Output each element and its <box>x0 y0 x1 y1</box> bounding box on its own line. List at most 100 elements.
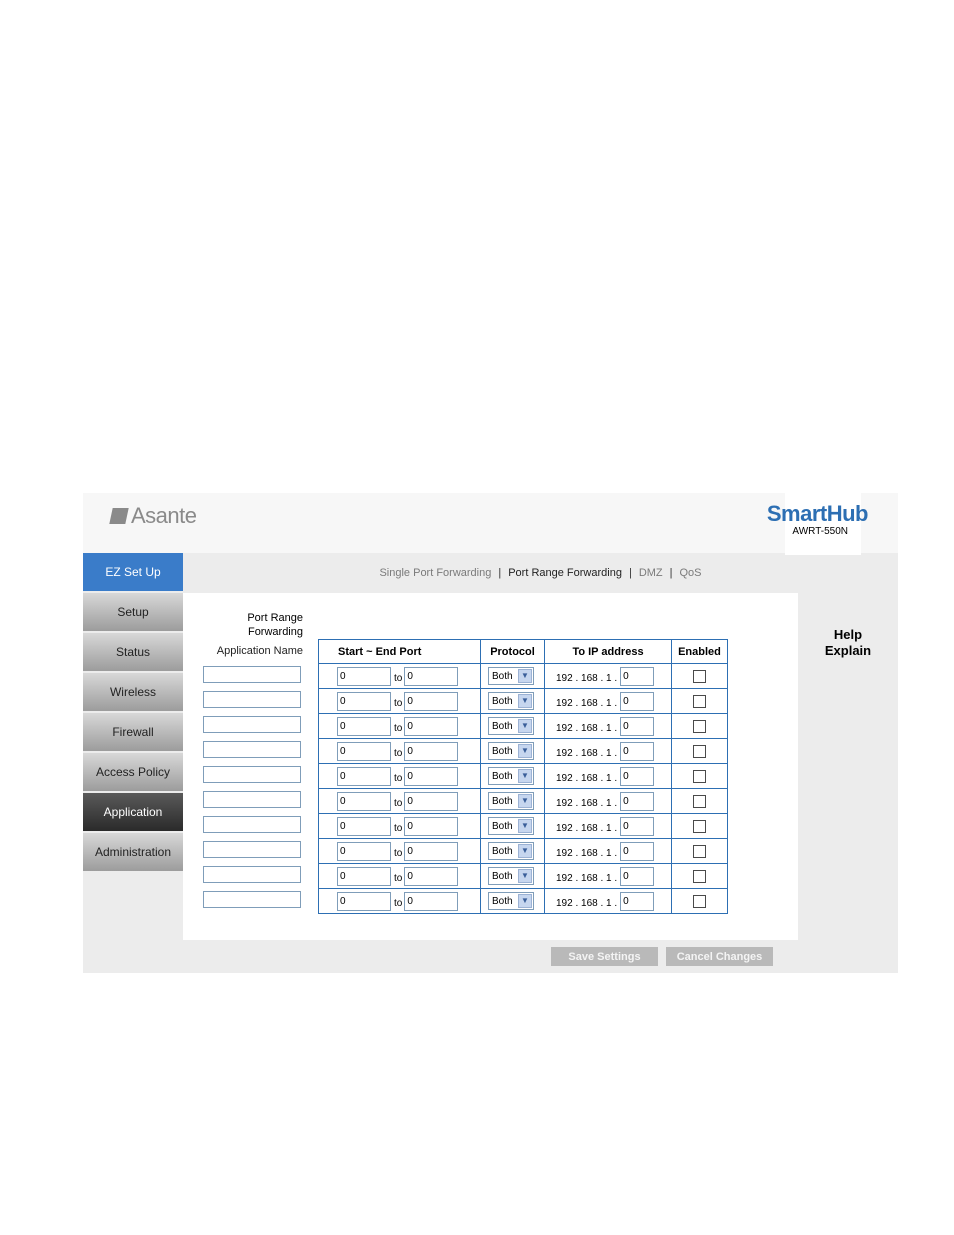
enabled-checkbox[interactable] <box>693 794 706 808</box>
application-name-input[interactable] <box>203 766 301 783</box>
end-port-input[interactable]: 0 <box>404 791 459 811</box>
ip-last-octet-input[interactable]: 0 <box>620 791 655 811</box>
enabled-checkbox[interactable] <box>693 769 706 783</box>
ip-last-octet-input[interactable]: 0 <box>620 891 655 911</box>
ip-last-octet-input[interactable]: 0 <box>620 691 655 711</box>
protocol-value: Both <box>492 895 513 907</box>
end-port-input[interactable]: 0 <box>404 816 459 836</box>
application-name-input[interactable] <box>203 741 301 758</box>
application-name-input[interactable] <box>203 716 301 733</box>
start-port-input[interactable]: 0 <box>337 691 391 711</box>
protocol-select[interactable]: Both ▼ <box>488 767 534 785</box>
ip-last-octet-input[interactable]: 0 <box>620 741 655 761</box>
sub-navigation: Single Port Forwarding | Port Range Forw… <box>183 553 898 593</box>
protocol-select[interactable]: Both ▼ <box>488 817 534 835</box>
enabled-checkbox[interactable] <box>693 894 706 908</box>
enabled-checkbox[interactable] <box>693 869 706 883</box>
ip-prefix: 192 . 168 . 1 . <box>556 847 618 859</box>
ip-last-octet-input[interactable]: 0 <box>620 766 655 786</box>
end-port-input[interactable]: 0 <box>404 716 459 736</box>
protocol-cell: Both ▼ <box>480 888 545 914</box>
ip-last-octet-input[interactable]: 0 <box>620 816 655 836</box>
nav-ez-setup[interactable]: EZ Set Up <box>83 553 183 591</box>
nav-administration[interactable]: Administration <box>83 833 183 871</box>
asante-logo-text: Asante <box>131 503 197 528</box>
application-name-input[interactable] <box>203 841 301 858</box>
chevron-down-icon[interactable]: ▼ <box>518 744 532 758</box>
ip-last-octet-input[interactable]: 0 <box>620 841 655 861</box>
port-range-cell: 0 to 0 <box>318 838 481 864</box>
nav-wireless[interactable]: Wireless <box>83 673 183 711</box>
application-name-input[interactable] <box>203 666 301 683</box>
chevron-down-icon[interactable]: ▼ <box>518 819 532 833</box>
protocol-select[interactable]: Both ▼ <box>488 742 534 760</box>
start-port-input[interactable]: 0 <box>337 741 391 761</box>
enabled-checkbox[interactable] <box>693 819 706 833</box>
chevron-down-icon[interactable]: ▼ <box>518 894 532 908</box>
end-port-input[interactable]: 0 <box>404 666 459 686</box>
chevron-down-icon[interactable]: ▼ <box>518 794 532 808</box>
application-name-input[interactable] <box>203 866 301 883</box>
to-label: to <box>394 797 403 809</box>
enabled-checkbox[interactable] <box>693 744 706 758</box>
start-port-input[interactable]: 0 <box>337 791 391 811</box>
start-port-input[interactable]: 0 <box>337 866 391 886</box>
protocol-select[interactable]: Both ▼ <box>488 667 534 685</box>
start-port-input[interactable]: 0 <box>337 716 391 736</box>
enabled-checkbox[interactable] <box>693 694 706 708</box>
protocol-select[interactable]: Both ▼ <box>488 792 534 810</box>
explain-link[interactable]: Explain <box>798 643 898 659</box>
port-range-cell: 0 to 0 <box>318 763 481 789</box>
protocol-select[interactable]: Both ▼ <box>488 842 534 860</box>
enabled-checkbox[interactable] <box>693 844 706 858</box>
nav-access-policy[interactable]: Access Policy <box>83 753 183 791</box>
start-port-input[interactable]: 0 <box>337 891 391 911</box>
enabled-checkbox[interactable] <box>693 719 706 733</box>
end-port-input[interactable]: 0 <box>404 891 459 911</box>
table-row: 0 to 0 Both ▼ 192 . 168 . 1 .0 <box>318 763 728 789</box>
protocol-select[interactable]: Both ▼ <box>488 892 534 910</box>
end-port-input[interactable]: 0 <box>404 741 459 761</box>
enabled-checkbox[interactable] <box>693 669 706 683</box>
end-port-input[interactable]: 0 <box>404 841 459 861</box>
protocol-select[interactable]: Both ▼ <box>488 717 534 735</box>
nav-setup[interactable]: Setup <box>83 593 183 631</box>
save-settings-button[interactable]: Save Settings <box>551 947 658 966</box>
start-port-input[interactable]: 0 <box>337 666 391 686</box>
ip-prefix: 192 . 168 . 1 . <box>556 872 618 884</box>
chevron-down-icon[interactable]: ▼ <box>518 769 532 783</box>
tab-single-port-forwarding[interactable]: Single Port Forwarding <box>379 567 491 579</box>
ip-last-octet-input[interactable]: 0 <box>620 866 655 886</box>
chevron-down-icon[interactable]: ▼ <box>518 719 532 733</box>
chevron-down-icon[interactable]: ▼ <box>518 694 532 708</box>
chevron-down-icon[interactable]: ▼ <box>518 869 532 883</box>
application-name-input[interactable] <box>203 691 301 708</box>
chevron-down-icon[interactable]: ▼ <box>518 669 532 683</box>
protocol-select[interactable]: Both ▼ <box>488 692 534 710</box>
tab-qos[interactable]: QoS <box>680 567 702 579</box>
help-link[interactable]: Help <box>798 627 898 643</box>
ip-last-octet-input[interactable]: 0 <box>620 716 655 736</box>
chevron-down-icon[interactable]: ▼ <box>518 844 532 858</box>
tab-dmz[interactable]: DMZ <box>639 567 663 579</box>
protocol-select[interactable]: Both ▼ <box>488 867 534 885</box>
end-port-input[interactable]: 0 <box>404 691 459 711</box>
nav-application[interactable]: Application <box>83 793 183 831</box>
end-port-input[interactable]: 0 <box>404 866 459 886</box>
cancel-changes-button[interactable]: Cancel Changes <box>666 947 773 966</box>
ip-last-octet-input[interactable]: 0 <box>620 666 655 686</box>
application-name-input[interactable] <box>203 891 301 908</box>
sidebar-nav: EZ Set Up Setup Status Wireless Firewall… <box>83 553 183 873</box>
to-label: to <box>394 672 403 684</box>
nav-firewall[interactable]: Firewall <box>83 713 183 751</box>
start-port-input[interactable]: 0 <box>337 841 391 861</box>
tab-port-range-forwarding[interactable]: Port Range Forwarding <box>508 567 622 579</box>
application-name-input[interactable] <box>203 791 301 808</box>
start-port-input[interactable]: 0 <box>337 816 391 836</box>
start-port-input[interactable]: 0 <box>337 766 391 786</box>
model-number: AWRT-550N <box>792 526 848 537</box>
application-name-input[interactable] <box>203 816 301 833</box>
nav-status[interactable]: Status <box>83 633 183 671</box>
header-protocol: Protocol <box>480 639 545 664</box>
end-port-input[interactable]: 0 <box>404 766 459 786</box>
